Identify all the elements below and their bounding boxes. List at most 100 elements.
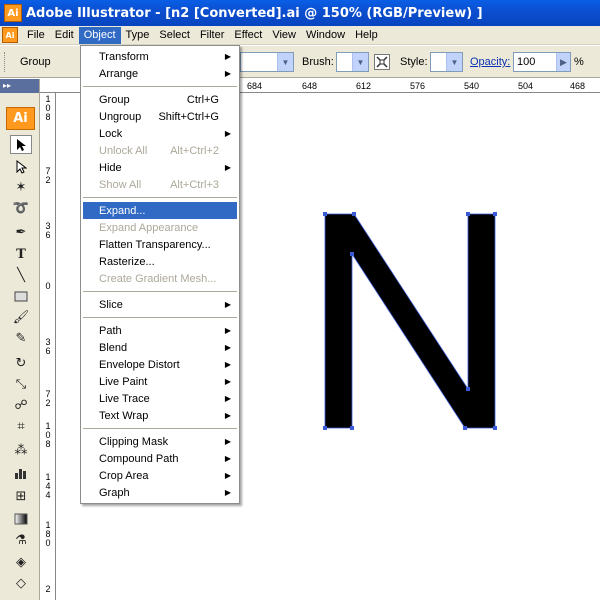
menu-item-label: Show All — [99, 178, 142, 191]
menu-item-rasterize[interactable]: Rasterize... — [83, 253, 237, 270]
menu-file[interactable]: File — [22, 27, 50, 44]
menu-item-label: Crop Area — [99, 469, 149, 482]
line-icon[interactable]: ╲ — [10, 266, 32, 285]
menu-item-expand[interactable]: Expand... — [83, 202, 237, 219]
ruler-digit: 2 — [45, 584, 51, 594]
submenu-arrow-icon: ▶ — [224, 163, 231, 172]
toolbox: ▸▸ Ai ✶ ➰ ✒ T ╲ 🖌 ✎ ↻ ⤡ ☍ ⌗ ⁂ ⊞ ⚗ ◈ ◇ — [0, 79, 40, 600]
menu-object[interactable]: Object — [78, 26, 121, 44]
symbol-sprayer-icon[interactable]: ⁂ — [10, 441, 32, 460]
opacity-input[interactable]: 100 ▶ — [513, 52, 571, 72]
menu-item-transform[interactable]: Transform ▶ — [83, 48, 237, 65]
window-title: Adobe Illustrator - [n2 [Converted].ai @… — [26, 5, 483, 21]
chevron-down-icon[interactable]: ▼ — [446, 53, 462, 71]
opacity-link[interactable]: Opacity: — [470, 56, 510, 68]
menu-item-hide[interactable]: Hide ▶ — [83, 159, 237, 176]
submenu-arrow-icon: ▶ — [224, 377, 231, 386]
submenu-arrow-icon: ▶ — [224, 454, 231, 463]
ruler-tick-label: 144 — [44, 473, 52, 500]
lasso-icon[interactable]: ➰ — [10, 199, 32, 218]
brush-select[interactable]: ▼ — [336, 52, 369, 72]
chevron-down-icon[interactable]: ▼ — [352, 53, 368, 71]
menu-item-crop-area[interactable]: Crop Area ▶ — [83, 467, 237, 484]
ruler-tick-label: 36 — [44, 338, 52, 356]
live-paint-selection-icon[interactable]: ◇ — [10, 574, 32, 593]
free-transform-icon[interactable]: ⌗ — [10, 417, 32, 436]
menu-item-label: Expand... — [99, 204, 146, 217]
warp-icon[interactable]: ☍ — [10, 396, 32, 415]
selection-arrow-icon[interactable] — [10, 135, 32, 154]
menu-item-blend[interactable]: Blend ▶ — [83, 339, 237, 356]
live-paint-icon[interactable]: ◈ — [10, 553, 32, 572]
menu-window[interactable]: Window — [301, 27, 350, 44]
ruler-tick-label: 72 — [44, 390, 52, 408]
menu-item-live-trace[interactable]: Live Trace ▶ — [83, 390, 237, 407]
ruler-tick-label: 0 — [44, 282, 52, 291]
chevron-down-icon[interactable]: ▼ — [277, 53, 293, 71]
ruler-tick-label: 504 — [518, 81, 534, 91]
menu-item-lock[interactable]: Lock ▶ — [83, 125, 237, 142]
menu-edit[interactable]: Edit — [50, 27, 79, 44]
menu-item-path[interactable]: Path ▶ — [83, 322, 237, 339]
menu-effect[interactable]: Effect — [229, 27, 267, 44]
gradient-icon[interactable] — [10, 509, 32, 528]
direct-selection-icon[interactable] — [10, 157, 32, 176]
paintbrush-icon[interactable]: 🖌 — [10, 308, 32, 327]
ruler-tick-label: 540 — [464, 81, 480, 91]
pencil-icon[interactable]: ✎ — [10, 329, 32, 348]
menu-view[interactable]: View — [267, 27, 301, 44]
menu-filter[interactable]: Filter — [195, 27, 229, 44]
ruler-tick-label: 576 — [410, 81, 426, 91]
opacity-value: 100 — [517, 56, 536, 68]
menu-separator — [83, 86, 237, 87]
rectangle-icon[interactable] — [10, 287, 32, 306]
ruler-tick-label: 36 — [44, 222, 52, 240]
mesh-icon[interactable]: ⊞ — [10, 487, 32, 506]
app-icon: Ai — [4, 4, 22, 22]
menu-item-clipping-mask[interactable]: Clipping Mask ▶ — [83, 433, 237, 450]
menu-item-label: Text Wrap — [99, 409, 149, 422]
style-select[interactable]: ▼ — [430, 52, 463, 72]
type-icon[interactable]: T — [10, 245, 32, 264]
menu-item-slice[interactable]: Slice ▶ — [83, 296, 237, 313]
menu-item-label: Transform — [99, 50, 149, 63]
menu-item-graph[interactable]: Graph ▶ — [83, 484, 237, 501]
graph-icon[interactable] — [10, 463, 32, 482]
menu-help[interactable]: Help — [350, 27, 383, 44]
submenu-arrow-icon: ▶ — [224, 488, 231, 497]
menu-select[interactable]: Select — [154, 27, 195, 44]
brush-options-icon[interactable] — [374, 54, 390, 70]
menu-item-flatten-transparency[interactable]: Flatten Transparency... — [83, 236, 237, 253]
menu-item-label: Expand Appearance — [99, 221, 199, 234]
menu-item-label: Flatten Transparency... — [99, 238, 211, 251]
menu-item-envelope-distort[interactable]: Envelope Distort ▶ — [83, 356, 237, 373]
submenu-arrow-icon: ▶ — [224, 326, 231, 335]
brush-label: Brush: — [302, 56, 334, 68]
menu-item-ungroup[interactable]: Ungroup Shift+Ctrl+G — [83, 108, 237, 125]
magic-wand-icon[interactable]: ✶ — [10, 178, 32, 197]
chevron-right-icon[interactable]: ▶ — [556, 53, 570, 71]
ruler-tick-label: 468 — [570, 81, 586, 91]
menu-item-text-wrap[interactable]: Text Wrap ▶ — [83, 407, 237, 424]
control-bar-grip[interactable] — [4, 52, 7, 72]
submenu-arrow-icon: ▶ — [224, 343, 231, 352]
stroke-weight-select[interactable]: ▼ — [240, 52, 294, 72]
toolbox-header[interactable]: ▸▸ — [0, 79, 39, 93]
eyedropper-icon[interactable]: ⚗ — [10, 531, 32, 550]
menu-item-live-paint[interactable]: Live Paint ▶ — [83, 373, 237, 390]
menu-item-shortcut: Alt+Ctrl+3 — [170, 178, 219, 191]
menu-item-group[interactable]: Group Ctrl+G — [83, 91, 237, 108]
vertical-ruler[interactable]: 108 72 36 0 36 72 108 144 180 2 — [40, 93, 56, 600]
menu-item-arrange[interactable]: Arrange ▶ — [83, 65, 237, 82]
pen-icon[interactable]: ✒ — [10, 223, 32, 242]
menu-item-label: Unlock All — [99, 144, 148, 157]
menu-type[interactable]: Type — [121, 27, 155, 44]
menu-item-compound-path[interactable]: Compound Path ▶ — [83, 450, 237, 467]
document-icon[interactable]: Ai — [2, 27, 18, 43]
scale-icon[interactable]: ⤡ — [10, 375, 32, 394]
menu-item-label: Graph — [99, 486, 130, 499]
ruler-tick-label: 612 — [356, 81, 372, 91]
menu-separator — [83, 291, 237, 292]
rotate-icon[interactable]: ↻ — [10, 354, 32, 373]
menu-item-shortcut: Alt+Ctrl+2 — [170, 144, 219, 157]
